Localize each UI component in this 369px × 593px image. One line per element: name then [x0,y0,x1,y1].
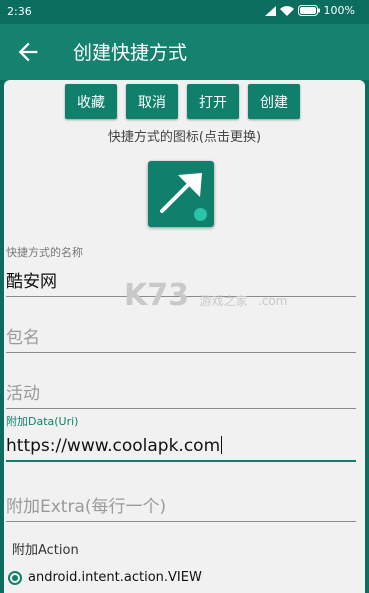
status-time: 2:36 [7,5,32,18]
app-bar: 创建快捷方式 [0,24,369,80]
radio-selected-icon[interactable] [8,570,22,585]
watermark-sub: 游戏之家 [199,294,248,308]
text-cursor [221,436,223,454]
form-card: 收藏 取消 打开 创建 快捷方式的图标(点击更换) 快捷方式的名称 酷安网 包名… [4,80,365,593]
watermark: K73 游戏之家 .com [124,278,287,313]
open-button[interactable]: 打开 [187,84,239,119]
watermark-main: K73 [124,278,189,313]
watermark-domain: .com [257,294,288,308]
extra-field[interactable]: 附加Extra(每行一个) [6,492,356,522]
action-buttons: 收藏 取消 打开 创建 [65,84,300,119]
shortcut-icon-picker[interactable] [148,161,214,227]
action-radio-option[interactable]: android.intent.action.VIEW [8,570,202,585]
data-uri-label: 附加Data(Uri) [6,415,79,428]
wifi-icon [279,5,294,16]
signal-icon [264,5,276,16]
back-arrow-icon[interactable] [14,38,42,66]
package-field[interactable]: 包名 [6,323,356,353]
activity-field[interactable]: 活动 [6,379,356,409]
name-label: 快捷方式的名称 [6,246,83,259]
icon-hint: 快捷方式的图标(点击更换) [107,130,262,145]
action-option-label: android.intent.action.VIEW [28,570,202,585]
data-uri-value: https://www.coolapk.com [6,436,221,456]
battery-icon [297,5,320,16]
action-section-label: 附加Action [12,543,79,558]
status-right: 100% [264,4,355,17]
cancel-button[interactable]: 取消 [126,84,178,119]
page-title: 创建快捷方式 [73,42,188,64]
create-button[interactable]: 创建 [248,84,300,119]
shortcut-badge-dot [194,208,207,221]
battery-percent: 100% [323,4,355,17]
status-bar: 2:36 100% [0,0,369,24]
data-uri-field[interactable]: https://www.coolapk.com [6,436,356,462]
favorite-button[interactable]: 收藏 [65,84,117,119]
